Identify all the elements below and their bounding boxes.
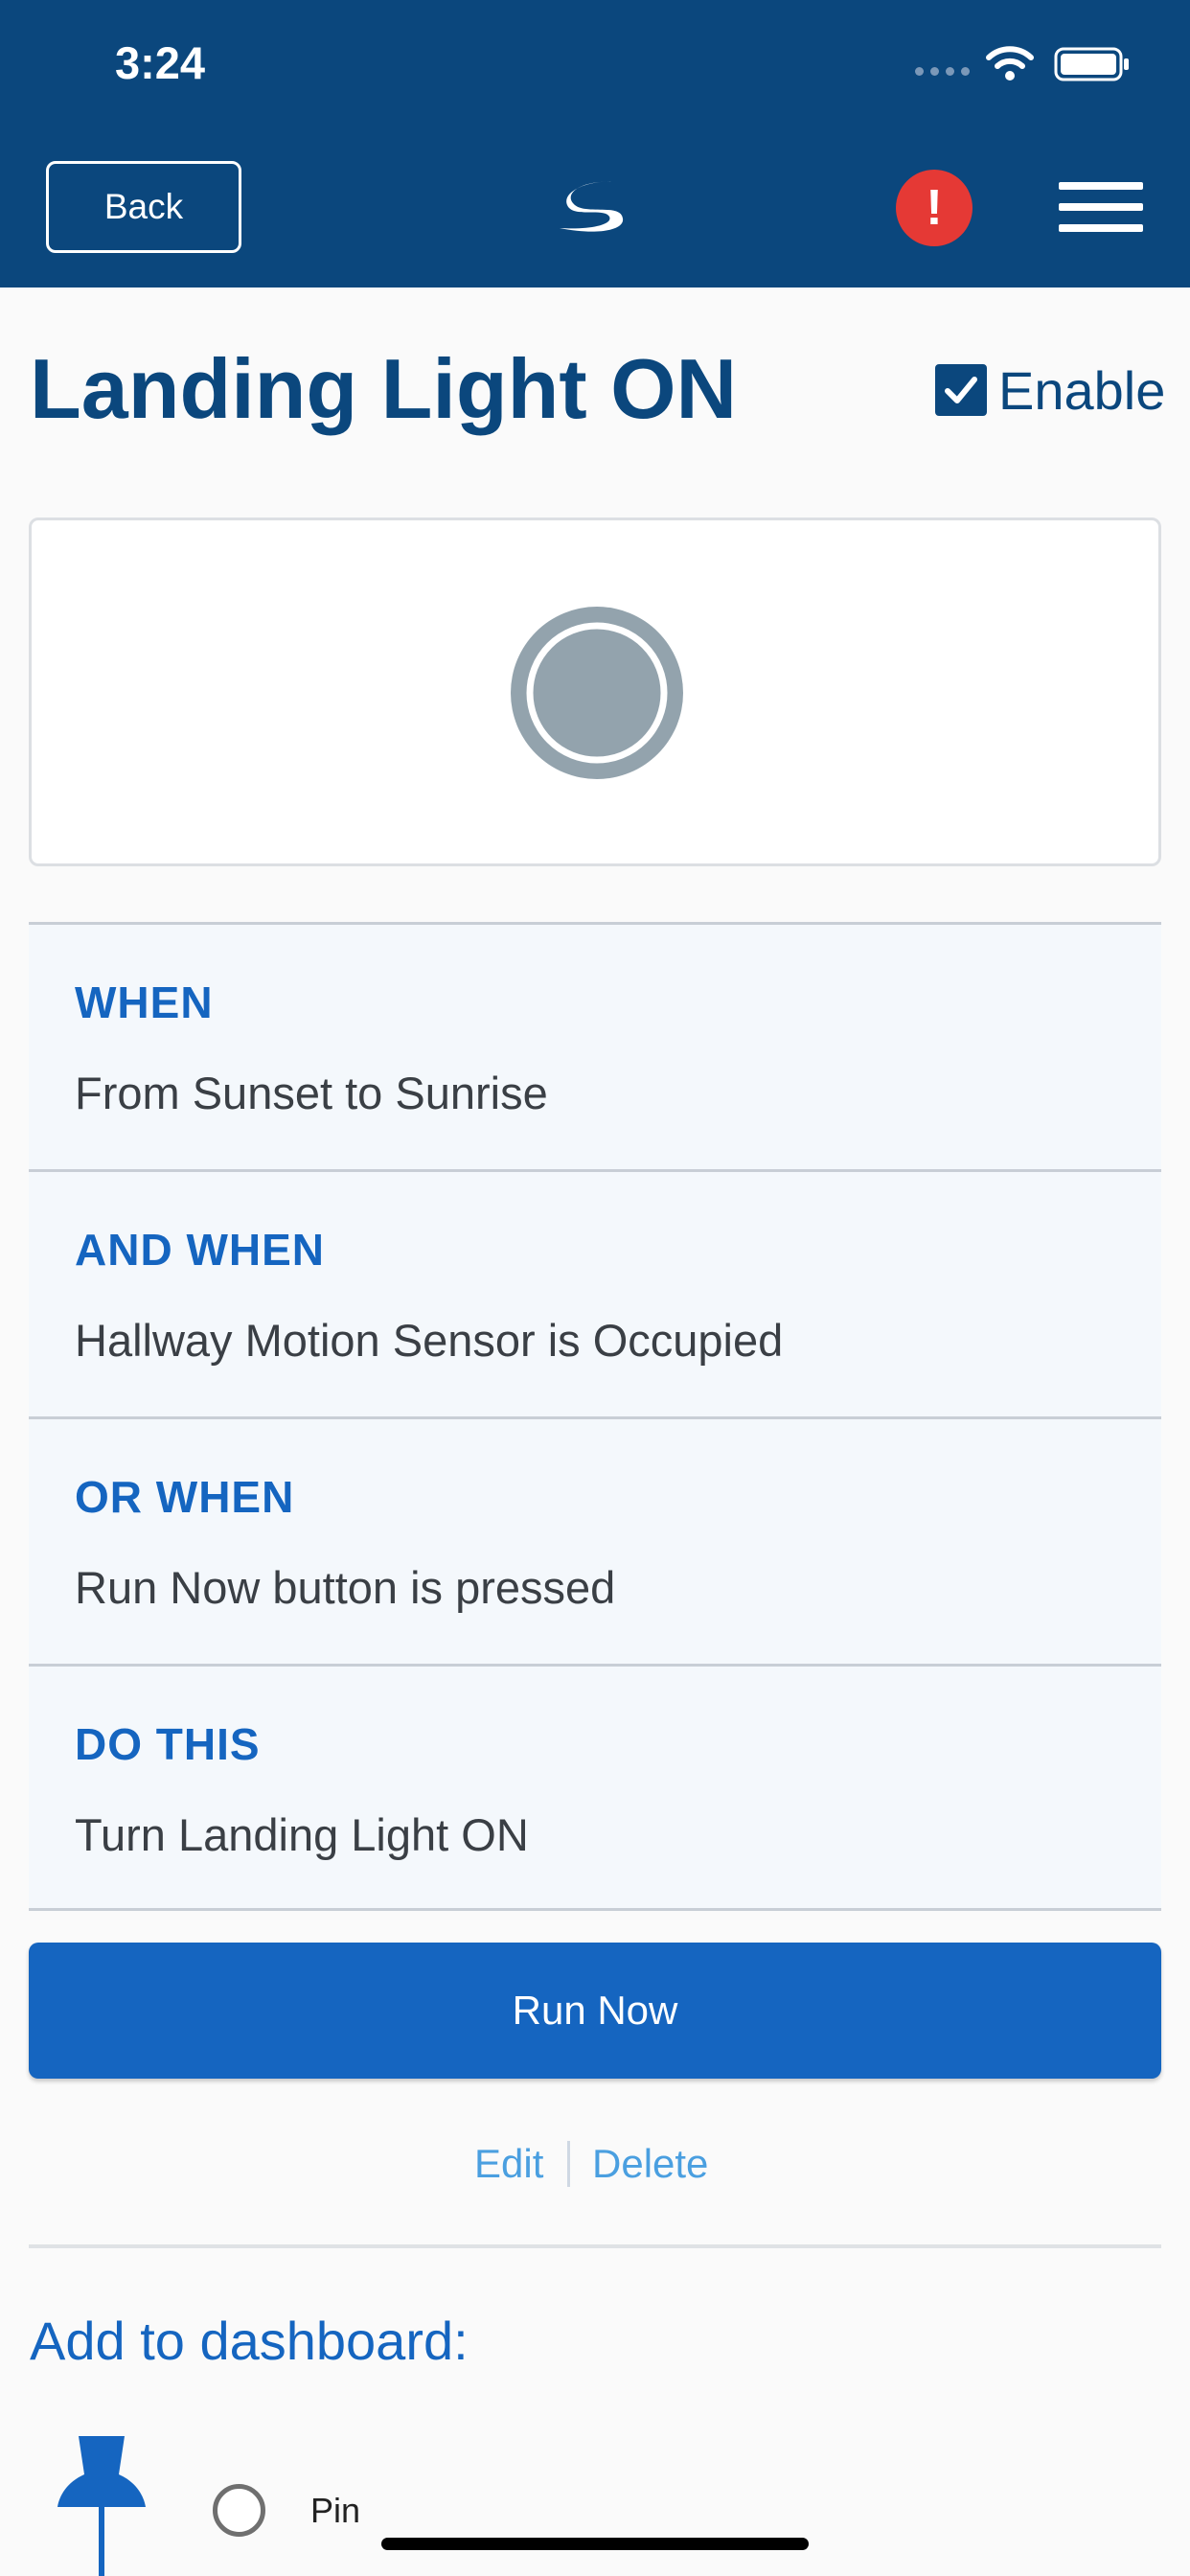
enable-label: Enable [998,359,1166,421]
rule-and-when: AND WHEN Hallway Motion Sensor is Occupi… [29,1169,1161,1416]
cellular-signal-icon [915,67,971,80]
run-now-button[interactable]: Run Now [29,1943,1161,2079]
app-header: 3:24 Back ! [0,0,1190,288]
rule-or-when: OR WHEN Run Now button is pressed [29,1416,1161,1664]
rule-text: Hallway Motion Sensor is Occupied [75,1315,784,1366]
edit-link[interactable]: Edit [474,2141,543,2187]
rule-text: Run Now button is pressed [75,1562,616,1613]
rule-label: AND WHEN [75,1225,325,1275]
rule-when: WHEN From Sunset to Sunrise [29,922,1161,1169]
radio-unchecked-icon[interactable] [213,2484,265,2537]
back-button[interactable]: Back [46,161,241,253]
rule-label: DO THIS [75,1719,261,1769]
checkbox-checked-icon[interactable] [935,364,987,416]
dashboard-title: Add to dashboard: [30,2311,469,2371]
link-divider [567,2141,570,2187]
rule-do-this: DO THIS Turn Landing Light ON [29,1664,1161,1911]
section-divider [29,2244,1161,2248]
brand-logo-icon[interactable] [554,176,632,238]
page-title: Landing Light ON [30,341,738,436]
pin-icon [57,2436,146,2576]
menu-icon[interactable] [1059,182,1143,232]
status-time: 3:24 [115,37,206,88]
status-indicator-icon [511,607,683,779]
status-card [29,518,1161,866]
rule-text: Turn Landing Light ON [75,1809,529,1860]
rule-label: OR WHEN [75,1472,295,1522]
rule-text: From Sunset to Sunrise [75,1068,548,1118]
rule-label: WHEN [75,978,214,1027]
alert-icon[interactable]: ! [896,170,973,246]
enable-toggle[interactable]: Enable [935,356,1165,424]
home-indicator[interactable] [381,2538,809,2550]
battery-icon [1054,47,1129,81]
wifi-icon [986,46,1034,80]
pin-label[interactable]: Pin [310,2491,360,2531]
delete-link[interactable]: Delete [592,2141,708,2187]
